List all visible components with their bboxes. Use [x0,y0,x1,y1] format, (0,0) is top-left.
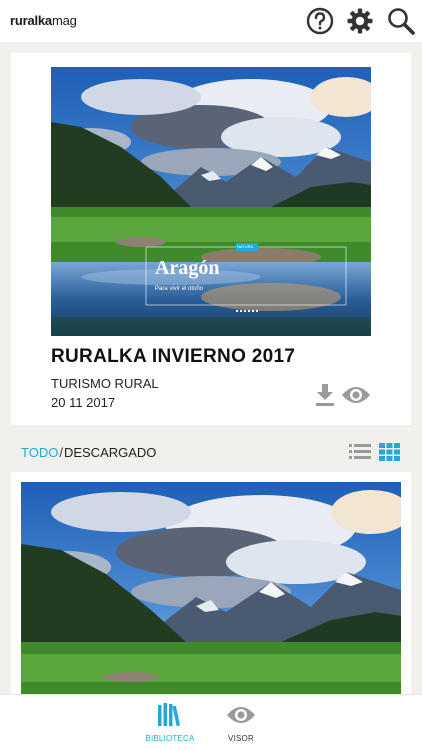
filter-downloaded-tab[interactable]: DESCARGADO [64,445,156,460]
featured-cover-image[interactable]: Aragón Para vivir el otoño NATURA [51,67,371,336]
filter-separator: / [59,445,63,460]
filter-all-tab[interactable]: TODO [21,445,58,460]
cover-heading: Aragón [155,257,220,279]
books-icon [135,701,205,729]
download-icon[interactable] [314,383,336,407]
featured-category: TURISMO RURAL [51,376,159,391]
app-header: ruralkamag [0,0,422,42]
issue-cover-image[interactable] [21,482,401,694]
featured-title: RURALKA INVIERNO 2017 [51,346,296,367]
tab-visor[interactable]: VISOR [206,701,276,743]
app-logo[interactable]: ruralkamag [10,13,77,28]
logo-part2: mag [51,13,77,28]
search-icon[interactable] [386,6,416,36]
cover-page-dots [236,310,260,312]
eye-icon [206,701,276,729]
cover-tag: NATURA [237,244,254,249]
tab-biblioteca[interactable]: BIBLIOTECA [135,701,205,743]
library-filter: TODO/DESCARGADO [21,445,156,460]
tab-visor-label: VISOR [228,734,254,743]
featured-date: 20 11 2017 [51,395,116,410]
view-eye-icon[interactable] [341,385,371,405]
tab-biblioteca-label: BIBLIOTECA [145,734,195,743]
grid-view-icon[interactable] [379,443,400,461]
list-view-icon[interactable] [349,443,371,460]
featured-issue-card[interactable]: Aragón Para vivir el otoño NATURA RURALK… [11,53,411,425]
logo-part1: ruralka [10,13,52,28]
gear-icon[interactable] [345,6,375,36]
issue-grid-card[interactable] [11,472,411,694]
bottom-navigation: BIBLIOTECA VISOR [0,694,422,750]
cover-subheading: Para vivir el otoño [155,286,204,292]
help-icon[interactable] [305,6,335,36]
